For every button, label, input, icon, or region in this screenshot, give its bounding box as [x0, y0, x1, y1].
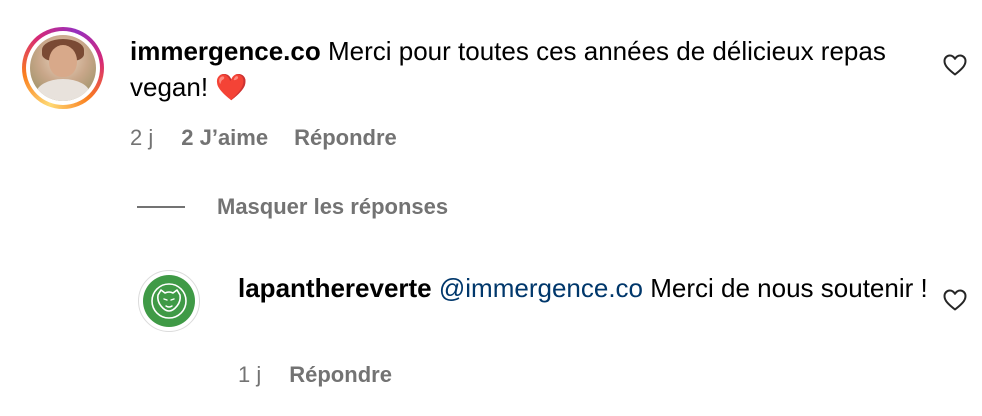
comment-username[interactable]: immergence.co [130, 36, 321, 66]
reply-meta: 1 j Répondre [238, 362, 392, 388]
reply-button[interactable]: Répondre [294, 125, 397, 151]
reply-timestamp[interactable]: 1 j [238, 362, 261, 388]
heart-outline-icon [943, 54, 967, 76]
avatar-face [49, 45, 77, 77]
reply-username[interactable]: lapanthereverte [238, 273, 432, 303]
comment-meta: 2 j 2 J’aime Répondre [130, 125, 397, 151]
like-button[interactable] [942, 52, 968, 78]
avatar[interactable] [138, 270, 200, 332]
reply-button[interactable]: Répondre [289, 362, 392, 388]
reply-body: lapanthereverte @immergence.co Merci de … [238, 270, 928, 306]
hide-replies-toggle[interactable]: Masquer les réponses [137, 194, 448, 220]
heart-outline-icon [943, 289, 967, 311]
replies-divider-line [137, 206, 185, 208]
panther-head-icon [151, 283, 187, 319]
reply-text: Merci de nous soutenir ! [643, 273, 928, 303]
avatar-shirt [36, 79, 90, 101]
avatar [30, 35, 96, 101]
avatar-ring-gap [26, 31, 100, 105]
hide-replies-label: Masquer les réponses [217, 194, 449, 219]
comment-body: immergence.co Merci pour toutes ces anné… [130, 33, 920, 105]
like-button[interactable] [942, 287, 968, 313]
comment-likes-count[interactable]: 2 J’aime [181, 125, 268, 151]
panther-logo-icon [143, 275, 195, 327]
comment-timestamp[interactable]: 2 j [130, 125, 153, 151]
avatar-story-ring[interactable] [22, 27, 104, 109]
heart-emoji: ❤️ [215, 72, 248, 102]
reply-mention-link[interactable]: @immergence.co [439, 273, 643, 303]
